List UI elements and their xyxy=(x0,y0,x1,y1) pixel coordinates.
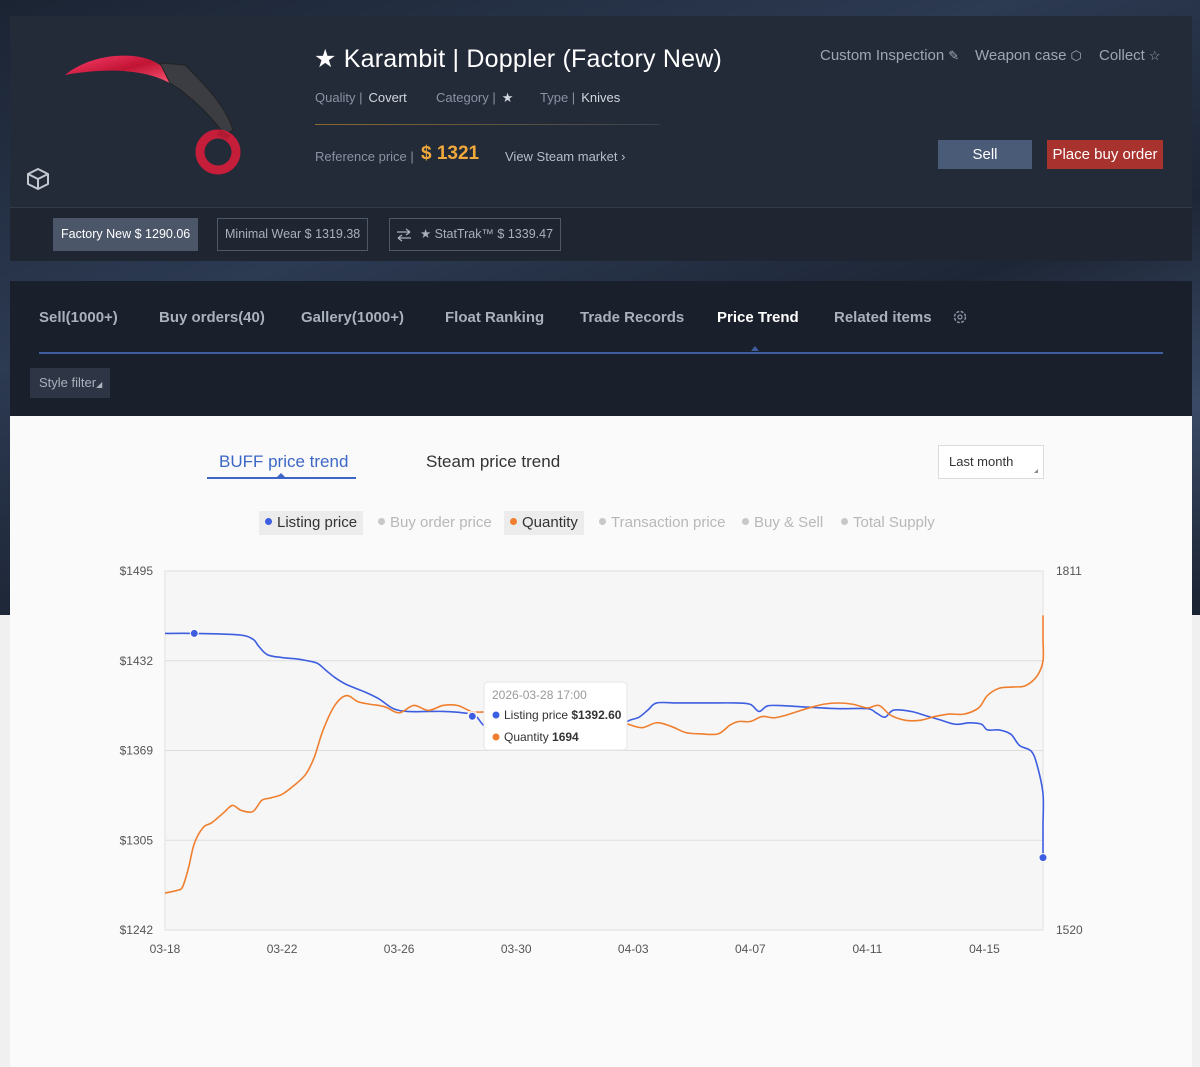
y-left-tick-label: $1495 xyxy=(120,564,154,578)
price-trend-chart[interactable]: $1495 $1432 $1369 $1305 $1242 1811 1520 03-18 03… xyxy=(0,0,1200,1067)
listing-marker-point xyxy=(1038,853,1048,863)
x-tick-label: 03-30 xyxy=(501,942,532,956)
x-tick-label: 04-07 xyxy=(735,942,766,956)
tooltip-quantity-dot xyxy=(492,733,500,741)
x-tick-label: 04-11 xyxy=(852,942,882,956)
tooltip-date: 2026-03-28 17:00 xyxy=(492,688,587,702)
y-right-tick-label: 1811 xyxy=(1056,564,1082,578)
tooltip-listing-dot xyxy=(492,711,500,719)
tooltip-listing-text: Listing price $1392.60 xyxy=(504,708,622,722)
x-tick-label: 04-15 xyxy=(969,942,1000,956)
y-left-tick-label: $1369 xyxy=(120,744,154,758)
listing-marker-point xyxy=(189,628,199,638)
y-left-tick-label: $1305 xyxy=(120,833,154,847)
x-tick-label: 04-03 xyxy=(618,942,649,956)
y-left-tick-label: $1432 xyxy=(120,654,154,668)
tooltip-quantity-text: Quantity 1694 xyxy=(504,730,579,744)
x-tick-label: 03-22 xyxy=(267,942,298,956)
listing-highlight-point xyxy=(467,711,477,721)
x-tick-label: 03-26 xyxy=(384,942,415,956)
y-left-tick-label: $1242 xyxy=(120,923,154,937)
y-right-tick-label: 1520 xyxy=(1056,923,1083,937)
x-tick-label: 03-18 xyxy=(150,942,181,956)
